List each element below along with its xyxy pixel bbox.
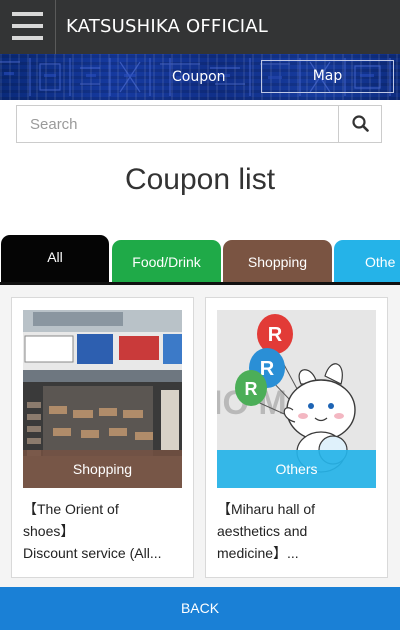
- tab-others[interactable]: Othe: [334, 240, 400, 282]
- coupon-card[interactable]: IO MAGI R R R Others 【Miharu hall of aes…: [205, 297, 388, 578]
- svg-text:R: R: [245, 379, 258, 399]
- coupon-title-line: shoes】: [23, 523, 75, 539]
- coupon-image: IO MAGI R R R Others: [217, 310, 376, 488]
- top-app-bar: KATSUSHIKA OFFICIAL: [0, 0, 400, 54]
- tab-all[interactable]: All: [1, 235, 109, 282]
- nav-banner: Coupon Map: [0, 54, 400, 100]
- svg-text:R: R: [268, 324, 283, 346]
- coupon-list: Shopping 【The Orient of shoes】 Discount …: [0, 285, 400, 587]
- category-tabs: All Food/Drink Shopping Othe: [0, 235, 400, 285]
- search-icon: [352, 115, 369, 132]
- search-input[interactable]: [17, 106, 338, 142]
- menu-bar-line: [12, 12, 43, 16]
- app-title: KATSUSHIKA OFFICIAL: [66, 16, 268, 37]
- coupon-title: 【The Orient of shoes】 Discount service (…: [23, 498, 185, 564]
- menu-bar-line: [12, 36, 43, 40]
- coupon-title: 【Miharu hall of aesthetics and medicine】…: [217, 498, 379, 564]
- back-button[interactable]: BACK: [0, 587, 400, 630]
- coupon-title-line: aesthetics and: [217, 523, 308, 539]
- tab-shopping[interactable]: Shopping: [223, 240, 332, 282]
- coupon-title-line: 【The Orient of: [23, 501, 119, 517]
- search-button[interactable]: [338, 106, 381, 142]
- menu-bar-line: [12, 24, 43, 28]
- nav-map-button[interactable]: Map: [261, 60, 394, 93]
- coupon-category-label: Others: [217, 450, 376, 488]
- coupon-image: Shopping: [23, 310, 182, 488]
- coupon-title-line: 【Miharu hall of: [217, 501, 316, 517]
- coupon-category-label: Shopping: [23, 450, 182, 488]
- coupon-title-line: medicine】...: [217, 545, 299, 561]
- coupon-title-line: Discount service (All...: [23, 545, 162, 561]
- balloon-icon: R: [257, 314, 293, 354]
- hamburger-menu-icon[interactable]: [0, 0, 56, 54]
- tab-food-drink[interactable]: Food/Drink: [112, 240, 221, 282]
- page-title: Coupon list: [124, 163, 276, 196]
- balloon-icon: R: [235, 370, 267, 406]
- nav-coupon-link[interactable]: Coupon: [172, 54, 226, 100]
- coupon-card[interactable]: Shopping 【The Orient of shoes】 Discount …: [11, 297, 194, 578]
- search-bar: [16, 105, 382, 143]
